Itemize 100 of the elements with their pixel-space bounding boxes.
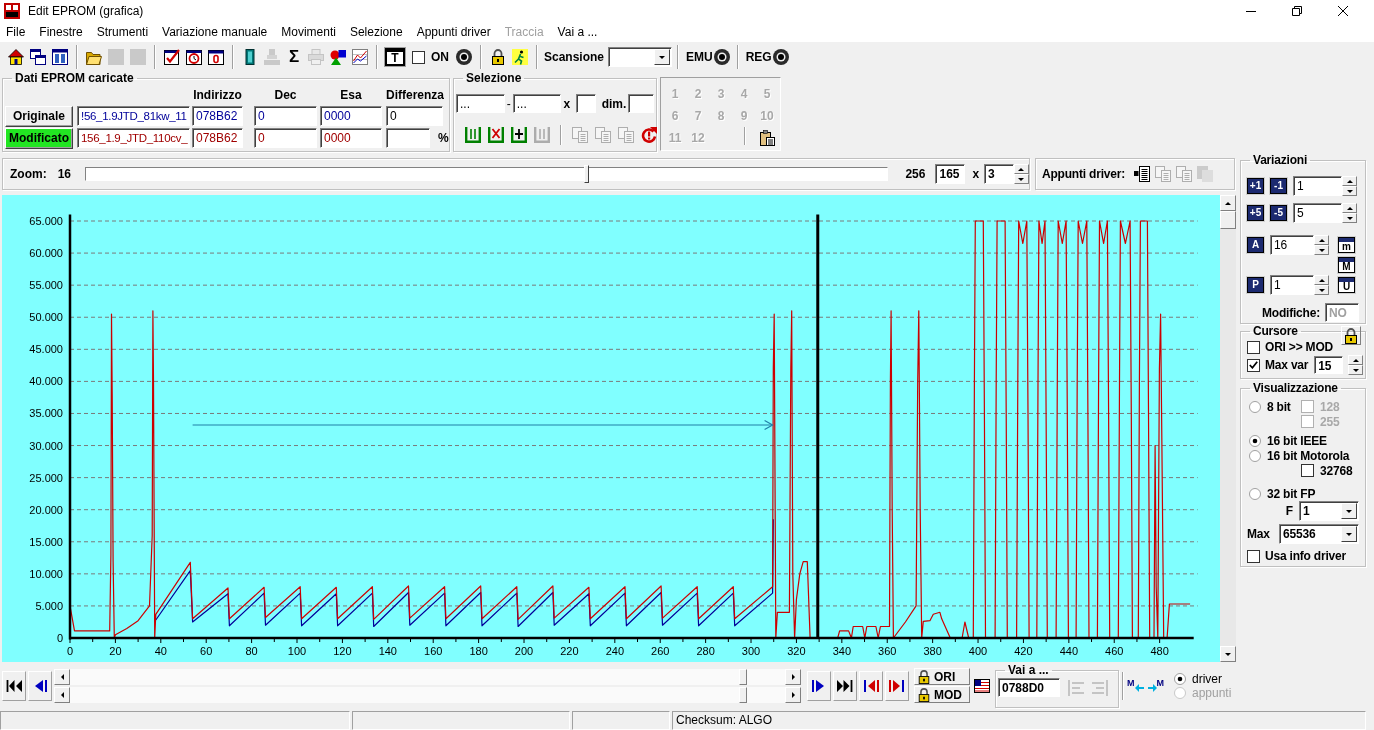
file-name-field[interactable]: !56_1.9JTD_81kw_11 bbox=[77, 106, 190, 126]
range-start-field[interactable]: ... bbox=[456, 94, 505, 113]
menu-item[interactable]: Strumenti bbox=[89, 23, 156, 41]
file-name-field[interactable]: 156_1.9_JTD_110cv_ bbox=[77, 128, 190, 148]
selection-tool-button[interactable] bbox=[508, 124, 530, 146]
spin-up-button[interactable] bbox=[1314, 235, 1329, 245]
setting-button[interactable]: A bbox=[1247, 237, 1264, 253]
setting-field[interactable]: 1 bbox=[1270, 275, 1314, 295]
menu-item[interactable]: Appunti driver bbox=[409, 23, 498, 41]
spin-down-button[interactable] bbox=[1014, 174, 1029, 184]
horizontal-scrollbar[interactable] bbox=[54, 668, 801, 685]
setting-field[interactable]: 16 bbox=[1270, 235, 1314, 255]
eprom-select-button[interactable]: Modificato bbox=[5, 127, 73, 149]
back-marker-button[interactable] bbox=[859, 670, 883, 701]
dropdown-button[interactable] bbox=[654, 49, 671, 65]
checkbox[interactable] bbox=[412, 50, 425, 64]
menu-item[interactable]: Variazione manuale bbox=[155, 23, 275, 41]
vertical-scrollbar[interactable] bbox=[1220, 195, 1236, 662]
scrollbar-thumb[interactable] bbox=[738, 668, 747, 685]
factor-field[interactable]: 3 bbox=[984, 164, 1014, 184]
max-var-field[interactable]: 15 bbox=[1314, 356, 1343, 374]
scroll-down-button[interactable] bbox=[1220, 646, 1236, 662]
checkbox[interactable] bbox=[1247, 340, 1260, 354]
dropdown[interactable] bbox=[608, 47, 673, 67]
toolbar-button[interactable] bbox=[49, 46, 71, 68]
checkbox[interactable] bbox=[1247, 549, 1260, 563]
radio-button[interactable] bbox=[1174, 672, 1186, 685]
dropdown[interactable]: 65536 bbox=[1279, 524, 1359, 544]
zoom-value-field[interactable]: 165 bbox=[935, 164, 966, 184]
scrollbar-thumb[interactable] bbox=[738, 686, 747, 703]
difference-field[interactable]: 0 bbox=[386, 106, 443, 126]
checkbox[interactable] bbox=[1301, 464, 1314, 477]
toolbar-button[interactable]: Σ bbox=[283, 46, 305, 68]
scroll-left-button[interactable] bbox=[54, 668, 70, 685]
previous-button[interactable] bbox=[28, 670, 52, 701]
spin-up-button[interactable] bbox=[1348, 355, 1363, 365]
toolbar-button[interactable]: REG bbox=[745, 46, 789, 68]
spin-down-button[interactable] bbox=[1348, 365, 1363, 375]
original-button[interactable]: ORI bbox=[914, 668, 970, 685]
step-field[interactable]: 1 bbox=[1293, 176, 1342, 196]
radio-button[interactable] bbox=[1249, 487, 1261, 500]
menu-item[interactable]: Movimenti bbox=[274, 23, 343, 41]
toolbar-button[interactable]: T bbox=[385, 48, 405, 66]
dropdown[interactable]: 1 bbox=[1299, 501, 1359, 521]
lock-button[interactable] bbox=[1341, 326, 1361, 345]
horizontal-scrollbar[interactable] bbox=[54, 686, 801, 703]
driver-notes-button[interactable] bbox=[1131, 163, 1152, 185]
radio-button[interactable] bbox=[1249, 434, 1261, 447]
increment-button[interactable]: +1 bbox=[1247, 178, 1264, 194]
address-field[interactable]: 078B62 bbox=[192, 128, 243, 148]
address-field[interactable]: 0788D0 bbox=[998, 678, 1060, 697]
spin-down-button[interactable] bbox=[1314, 285, 1329, 295]
toolbar-button[interactable] bbox=[453, 46, 475, 68]
spin-up-button[interactable] bbox=[1342, 176, 1357, 186]
step-field[interactable]: 5 bbox=[1293, 203, 1342, 223]
scroll-right-button[interactable] bbox=[785, 686, 801, 703]
scroll-right-button[interactable] bbox=[785, 668, 801, 685]
first-button[interactable] bbox=[2, 670, 26, 701]
spin-down-button[interactable] bbox=[1342, 186, 1357, 196]
toolbar-button[interactable] bbox=[27, 46, 49, 68]
last-button[interactable] bbox=[833, 670, 857, 701]
spin-up-button[interactable] bbox=[1314, 275, 1329, 285]
decrement-button[interactable]: -5 bbox=[1270, 205, 1287, 221]
setting-button[interactable]: P bbox=[1247, 277, 1264, 293]
spin-up-button[interactable] bbox=[1342, 203, 1357, 213]
window-button[interactable]: U bbox=[1338, 277, 1355, 293]
spin-down-button[interactable] bbox=[1314, 245, 1329, 255]
toolbar-button[interactable] bbox=[5, 46, 27, 68]
zoom-slider-thumb[interactable] bbox=[584, 165, 590, 183]
menu-item[interactable]: File bbox=[0, 23, 33, 41]
radio-button[interactable] bbox=[1249, 400, 1261, 413]
forward-marker-button[interactable] bbox=[885, 670, 909, 701]
eprom-select-button[interactable]: Originale bbox=[5, 105, 73, 127]
window-button[interactable]: M bbox=[1338, 257, 1355, 273]
increment-button[interactable]: +5 bbox=[1247, 205, 1264, 221]
toolbar-button[interactable]: EMU bbox=[686, 46, 730, 68]
menu-item[interactable]: Selezione bbox=[342, 23, 410, 41]
scroll-left-button[interactable] bbox=[54, 686, 70, 703]
hex-field[interactable]: 0000 bbox=[320, 128, 382, 148]
checkbox[interactable] bbox=[1247, 358, 1260, 372]
spin-down-button[interactable] bbox=[1342, 213, 1357, 223]
spin-up-button[interactable] bbox=[1014, 164, 1029, 174]
next-button[interactable] bbox=[807, 670, 831, 701]
radio-button[interactable] bbox=[1249, 449, 1261, 462]
modified-button[interactable]: MOD bbox=[914, 686, 970, 703]
dim-field[interactable] bbox=[628, 94, 654, 113]
range-end-field[interactable]: ... bbox=[512, 94, 562, 113]
zoom-slider-track[interactable] bbox=[85, 167, 889, 181]
decimal-field[interactable]: 0 bbox=[254, 128, 317, 148]
menu-item[interactable]: Vai a ... bbox=[550, 23, 605, 41]
decimal-field[interactable]: 0 bbox=[254, 106, 317, 126]
menu-item[interactable]: Finestre bbox=[32, 23, 90, 41]
difference-field[interactable] bbox=[386, 128, 430, 148]
address-field[interactable]: 078B62 bbox=[192, 106, 243, 126]
cursor-line[interactable] bbox=[816, 214, 820, 638]
swap-button[interactable]: M M bbox=[1127, 674, 1164, 697]
hex-field[interactable]: 0000 bbox=[320, 106, 382, 126]
scroll-up-button[interactable] bbox=[1220, 195, 1236, 211]
decrement-button[interactable]: -1 bbox=[1270, 178, 1287, 194]
dropdown-button[interactable] bbox=[1341, 503, 1357, 519]
